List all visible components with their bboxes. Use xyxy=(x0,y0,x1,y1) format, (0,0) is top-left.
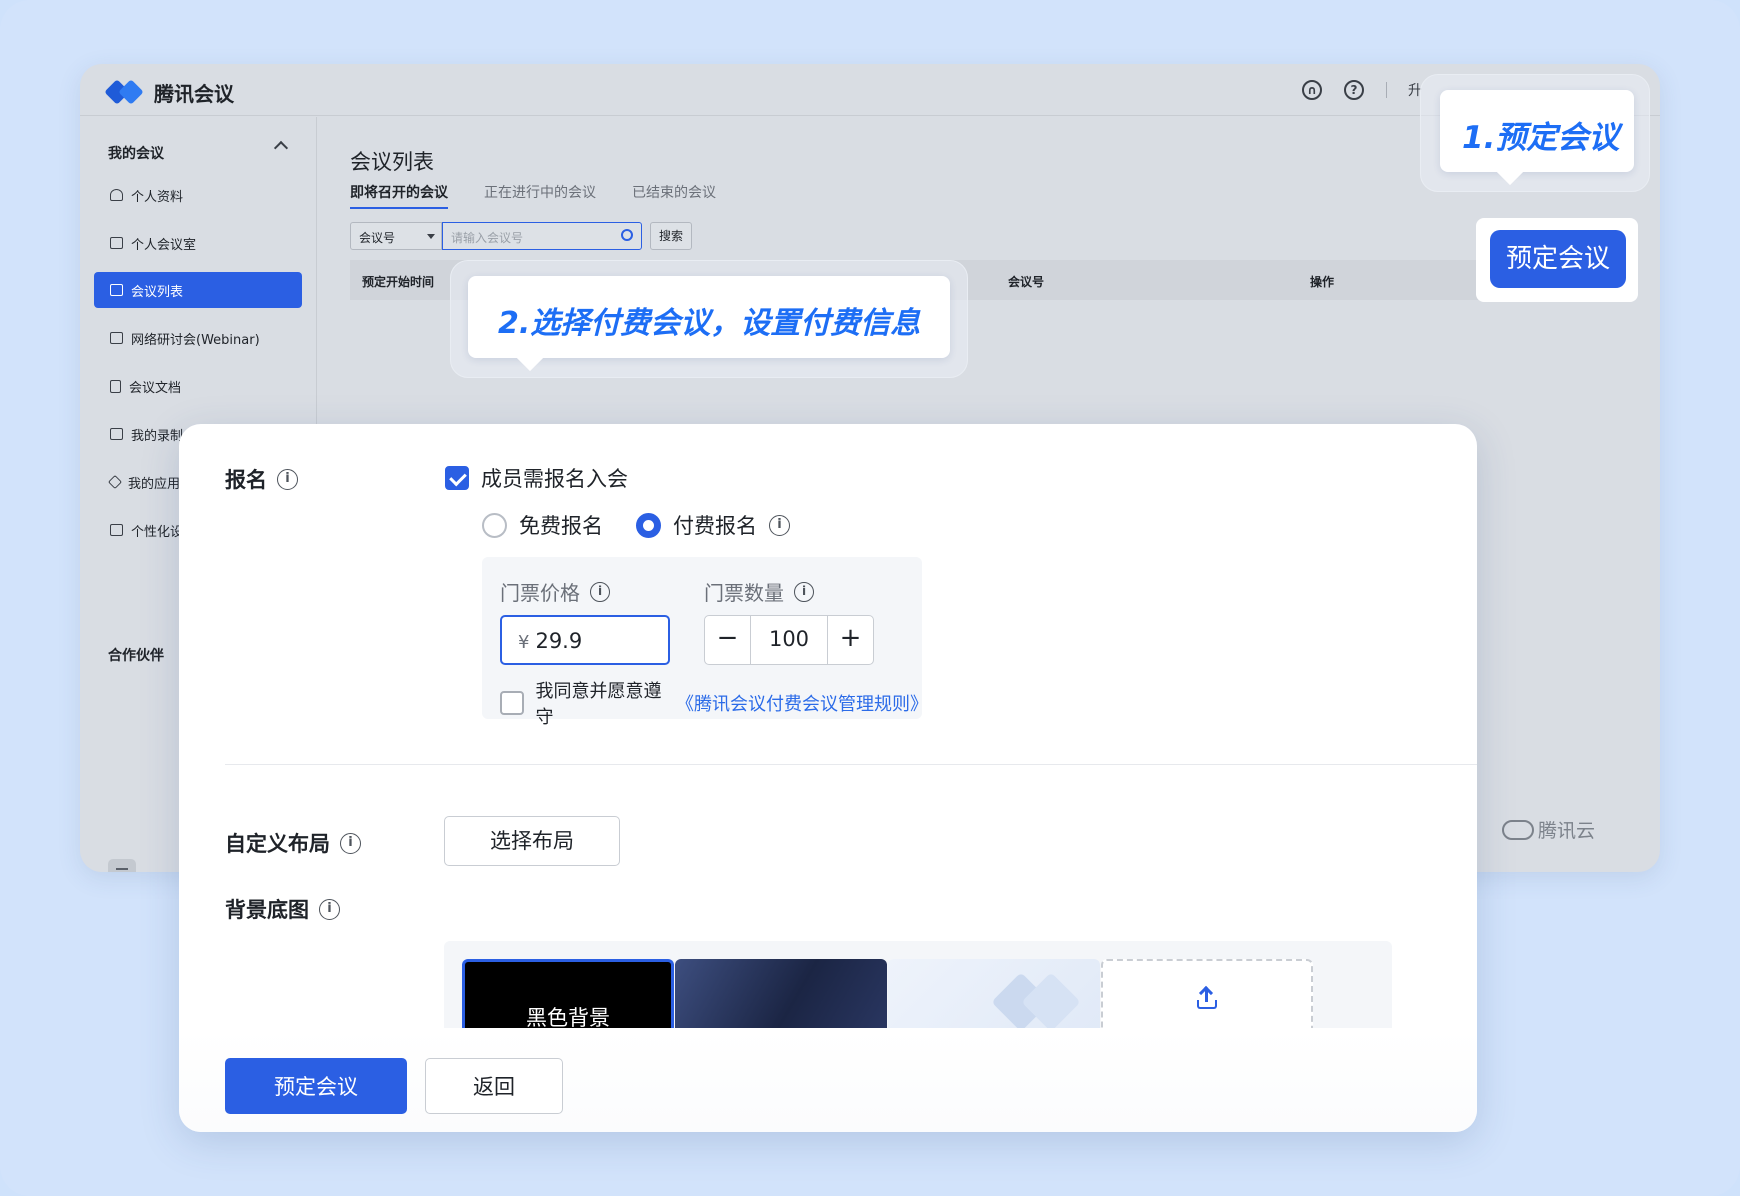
headset-icon[interactable]: ∩ xyxy=(1302,80,1322,100)
ticket-quantity-value[interactable]: 100 xyxy=(750,616,828,664)
brand-logo[interactable]: 腾讯会议 xyxy=(104,78,234,107)
info-icon[interactable]: i xyxy=(277,468,298,490)
background-options: 黑色背景 xyxy=(444,941,1392,1041)
info-icon[interactable]: i xyxy=(319,898,340,920)
form-footer: 预定会议 返回 xyxy=(179,1028,1477,1132)
callout-step1: 1.预定会议 xyxy=(1440,90,1634,172)
webinar-icon xyxy=(110,332,123,344)
document-icon xyxy=(110,379,121,393)
search-bar: 会议号 请输入会议号 搜索 xyxy=(350,222,692,250)
custom-layout-label: 自定义布局 i xyxy=(225,828,361,858)
sidebar-item-label: 个人资料 xyxy=(131,189,184,205)
layers-icon xyxy=(107,474,123,490)
sidebar-item-profile[interactable]: 个人资料 xyxy=(94,177,302,213)
tab-upcoming[interactable]: 即将召开的会议 xyxy=(350,182,448,209)
select-layout-button[interactable]: 选择布局 xyxy=(444,816,620,866)
agree-rules-text: 我同意并愿意遵守 xyxy=(535,681,662,728)
registration-label: 报名 i xyxy=(225,464,298,494)
require-registration-checkbox[interactable] xyxy=(445,466,469,490)
tab-ongoing[interactable]: 正在进行中的会议 xyxy=(484,182,596,209)
search-input-placeholder: 请输入会议号 xyxy=(451,231,524,245)
book-button-highlight: 预定会议 xyxy=(1476,218,1638,302)
paid-registration-label: 付费报名 xyxy=(673,514,757,538)
column-start-time[interactable]: 预定开始时间 xyxy=(362,273,434,290)
paid-settings-box: 门票价格 i 门票数量 i ¥29.9 − 100 + 我同意并愿意遵守 《腾讯会… xyxy=(482,557,928,728)
ticket-price-label-text: 门票价格 xyxy=(500,581,580,605)
tab-ended[interactable]: 已结束的会议 xyxy=(632,182,716,209)
ticket-price-label: 门票价格 i xyxy=(500,577,610,606)
paid-meeting-rules-link[interactable]: 《腾讯会议付费会议管理规则》 xyxy=(676,690,928,716)
brand-name: 腾讯会议 xyxy=(154,82,234,106)
user-icon xyxy=(110,189,123,201)
video-icon xyxy=(110,428,123,440)
column-actions: 操作 xyxy=(1310,275,1335,289)
paid-registration-radio[interactable] xyxy=(636,512,661,538)
free-registration-radio[interactable] xyxy=(482,512,507,538)
sidebar-item-meeting-list[interactable]: 会议列表 xyxy=(94,272,302,308)
sidebar-item-label: 会议文档 xyxy=(129,380,182,396)
free-registration-option[interactable]: 免费报名 xyxy=(482,510,603,540)
decrement-button[interactable]: − xyxy=(705,616,750,664)
meeting-logo-icon xyxy=(104,78,146,105)
sidebar-item-label: 个人会议室 xyxy=(131,237,197,253)
sidebar-item-label: 会议列表 xyxy=(131,284,184,300)
agree-rules-option: 我同意并愿意遵守 《腾讯会议付费会议管理规则》 xyxy=(500,677,928,729)
tencent-cloud-logo: 腾讯云 xyxy=(1502,816,1595,843)
tencent-cloud-text: 腾讯云 xyxy=(1538,820,1596,842)
background-label-text: 背景底图 xyxy=(225,898,309,922)
info-icon[interactable]: i xyxy=(340,832,361,854)
paid-registration-option[interactable]: 付费报名 i xyxy=(636,510,790,540)
monitor-icon xyxy=(110,237,123,249)
require-registration-option[interactable]: 成员需报名入会 xyxy=(445,463,628,493)
booking-form-panel: 报名 i 成员需报名入会 免费报名 付费报名 i 门票价格 i 门票数量 i ¥… xyxy=(179,424,1477,1132)
info-icon[interactable]: i xyxy=(769,514,790,536)
section-divider xyxy=(225,764,1477,765)
collapse-sidebar-button[interactable] xyxy=(108,859,136,872)
help-icon[interactable]: ? xyxy=(1344,80,1364,100)
chevron-up-icon[interactable] xyxy=(273,140,289,156)
sidebar-item-documents[interactable]: 会议文档 xyxy=(94,368,302,404)
meeting-tabs: 即将召开的会议 正在进行中的会议 已结束的会议 xyxy=(350,182,716,209)
upload-icon xyxy=(1195,985,1219,1011)
info-icon[interactable]: i xyxy=(590,581,610,602)
agree-rules-checkbox[interactable] xyxy=(500,691,524,715)
ticket-quantity-label-text: 门票数量 xyxy=(704,581,784,605)
sidebar-item-personal-room[interactable]: 个人会议室 xyxy=(94,225,302,261)
sidebar-item-webinar[interactable]: 网络研讨会(Webinar) xyxy=(94,320,302,356)
sidebar-item-label: 我的录制 xyxy=(131,428,184,444)
header-divider xyxy=(1386,82,1387,98)
search-type-select[interactable]: 会议号 xyxy=(350,222,442,250)
list-icon xyxy=(110,284,123,296)
ticket-quantity-label: 门票数量 i xyxy=(704,577,814,606)
currency-symbol: ¥ xyxy=(518,632,530,653)
callout-step2: 2.选择付费会议，设置付费信息 xyxy=(468,276,950,358)
background-label: 背景底图 i xyxy=(225,894,340,924)
ticket-price-value: 29.9 xyxy=(535,629,583,653)
ticket-quantity-stepper: − 100 + xyxy=(704,615,874,665)
book-meeting-button[interactable]: 预定会议 xyxy=(225,1058,407,1114)
sidebar-section-title[interactable]: 我的会议 xyxy=(108,143,164,163)
book-meeting-button-header[interactable]: 预定会议 xyxy=(1490,230,1626,288)
back-button[interactable]: 返回 xyxy=(425,1058,563,1114)
sidebar-partner[interactable]: 合作伙伴 xyxy=(108,645,164,665)
page-title: 会议列表 xyxy=(350,150,434,174)
cloud-icon xyxy=(1502,819,1534,840)
search-icon[interactable] xyxy=(621,229,633,241)
stage: 腾讯会议 ∩ ? 升 我的会议 个人资料 个人会议室 会议列表 网络研讨会(We… xyxy=(0,0,1740,1196)
sidebar-item-label: 网络研讨会(Webinar) xyxy=(131,332,260,348)
column-meeting-id: 会议号 xyxy=(1008,275,1045,289)
ticket-price-input[interactable]: ¥29.9 xyxy=(500,615,670,665)
background-black-label: 黑色背景 xyxy=(526,1006,610,1030)
brush-icon xyxy=(110,524,123,536)
custom-layout-label-text: 自定义布局 xyxy=(225,832,330,856)
registration-label-text: 报名 xyxy=(225,468,267,492)
require-registration-label: 成员需报名入会 xyxy=(481,467,628,491)
increment-button[interactable]: + xyxy=(828,616,873,664)
search-button[interactable]: 搜索 xyxy=(650,222,692,250)
sidebar-item-label: 我的应用 xyxy=(128,476,181,492)
info-icon[interactable]: i xyxy=(794,581,814,602)
meeting-id-input[interactable]: 请输入会议号 xyxy=(442,222,642,250)
free-registration-label: 免费报名 xyxy=(519,514,603,538)
